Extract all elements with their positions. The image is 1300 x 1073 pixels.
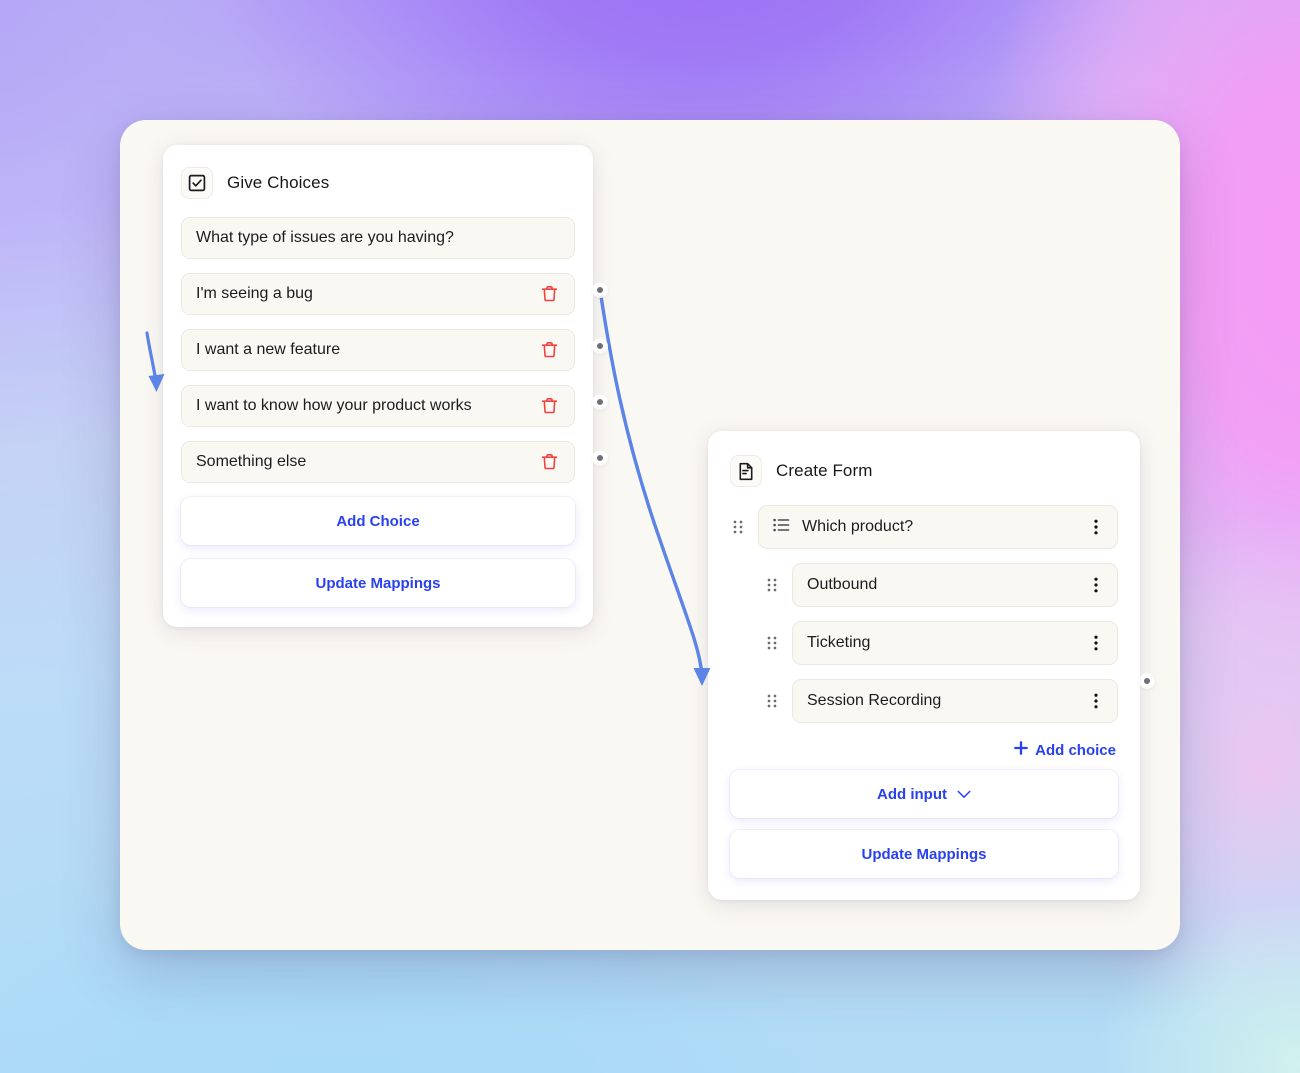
form-option-row[interactable]: Session Recording (730, 679, 1118, 723)
list-bullet-icon (773, 518, 790, 537)
prompt-field[interactable]: What type of issues are you having? (181, 217, 575, 259)
choice-label-2: I want a new feature (196, 341, 341, 358)
chevron-down-icon (957, 790, 971, 799)
form-option-label: Ticketing (807, 634, 871, 651)
node-header-create-form: Create Form (730, 455, 1118, 487)
drag-handle-icon[interactable] (730, 519, 746, 535)
drag-handle-icon[interactable] (764, 635, 780, 651)
kebab-menu-icon[interactable] (1085, 516, 1107, 538)
checkbox-checked-icon (181, 167, 213, 199)
form-option-row[interactable]: Outbound (730, 563, 1118, 607)
choice-label-4: Something else (196, 453, 307, 470)
choice-row-1[interactable]: I'm seeing a bug (181, 273, 575, 315)
add-choice-link[interactable]: Add choice (730, 741, 1116, 760)
form-option-pill[interactable]: Ticketing (792, 621, 1118, 665)
kebab-menu-icon[interactable] (1085, 632, 1107, 654)
update-mappings-button[interactable]: Update Mappings (181, 559, 575, 607)
port-give-choices-out-2[interactable] (594, 340, 606, 352)
edge-choice1-to-create-form (598, 288, 704, 678)
hint-arrow-curve (145, 331, 158, 384)
trash-icon[interactable] (538, 451, 560, 473)
port-give-choices-out-4[interactable] (594, 452, 606, 464)
form-question-label: Which product? (802, 518, 914, 535)
drag-handle-icon[interactable] (764, 693, 780, 709)
add-choice-button[interactable]: Add Choice (181, 497, 575, 545)
choice-label-3: I want to know how your product works (196, 397, 472, 414)
trash-icon[interactable] (538, 283, 560, 305)
kebab-menu-icon[interactable] (1085, 574, 1107, 596)
choice-row-3[interactable]: I want to know how your product works (181, 385, 575, 427)
port-create-form-out-1[interactable] (1141, 675, 1153, 687)
trash-icon[interactable] (538, 339, 560, 361)
form-option-label: Outbound (807, 576, 878, 593)
form-question-pill[interactable]: Which product? (758, 505, 1118, 549)
form-option-pill[interactable]: Outbound (792, 563, 1118, 607)
kebab-menu-icon[interactable] (1085, 690, 1107, 712)
trash-icon[interactable] (538, 395, 560, 417)
choice-row-2[interactable]: I want a new feature (181, 329, 575, 371)
document-icon (730, 455, 762, 487)
update-mappings-button[interactable]: Update Mappings (730, 830, 1118, 878)
flow-canvas[interactable]: Give Choices What type of issues are you… (120, 120, 1180, 950)
add-input-button[interactable]: Add input (730, 770, 1118, 818)
choice-row-4[interactable]: Something else (181, 441, 575, 483)
add-input-label: Add input (877, 785, 947, 803)
plus-icon (1014, 741, 1028, 760)
form-option-label: Session Recording (807, 692, 942, 709)
node-create-form[interactable]: Create Form Which product? Outbound Tick… (708, 431, 1140, 900)
form-option-pill[interactable]: Session Recording (792, 679, 1118, 723)
choice-label-1: I'm seeing a bug (196, 285, 313, 302)
add-choice-link-label: Add choice (1035, 742, 1116, 759)
node-give-choices[interactable]: Give Choices What type of issues are you… (163, 145, 593, 627)
port-give-choices-out-3[interactable] (594, 396, 606, 408)
screenshot-root: Give Choices What type of issues are you… (0, 0, 1300, 1073)
node-title-create-form: Create Form (776, 461, 873, 480)
node-header-give-choices: Give Choices (181, 167, 575, 199)
form-question-row[interactable]: Which product? (730, 505, 1118, 549)
drag-handle-icon[interactable] (764, 577, 780, 593)
node-title-give-choices: Give Choices (227, 173, 330, 192)
form-option-row[interactable]: Ticketing (730, 621, 1118, 665)
prompt-field-value: What type of issues are you having? (196, 229, 454, 246)
port-give-choices-out-1[interactable] (594, 284, 606, 296)
